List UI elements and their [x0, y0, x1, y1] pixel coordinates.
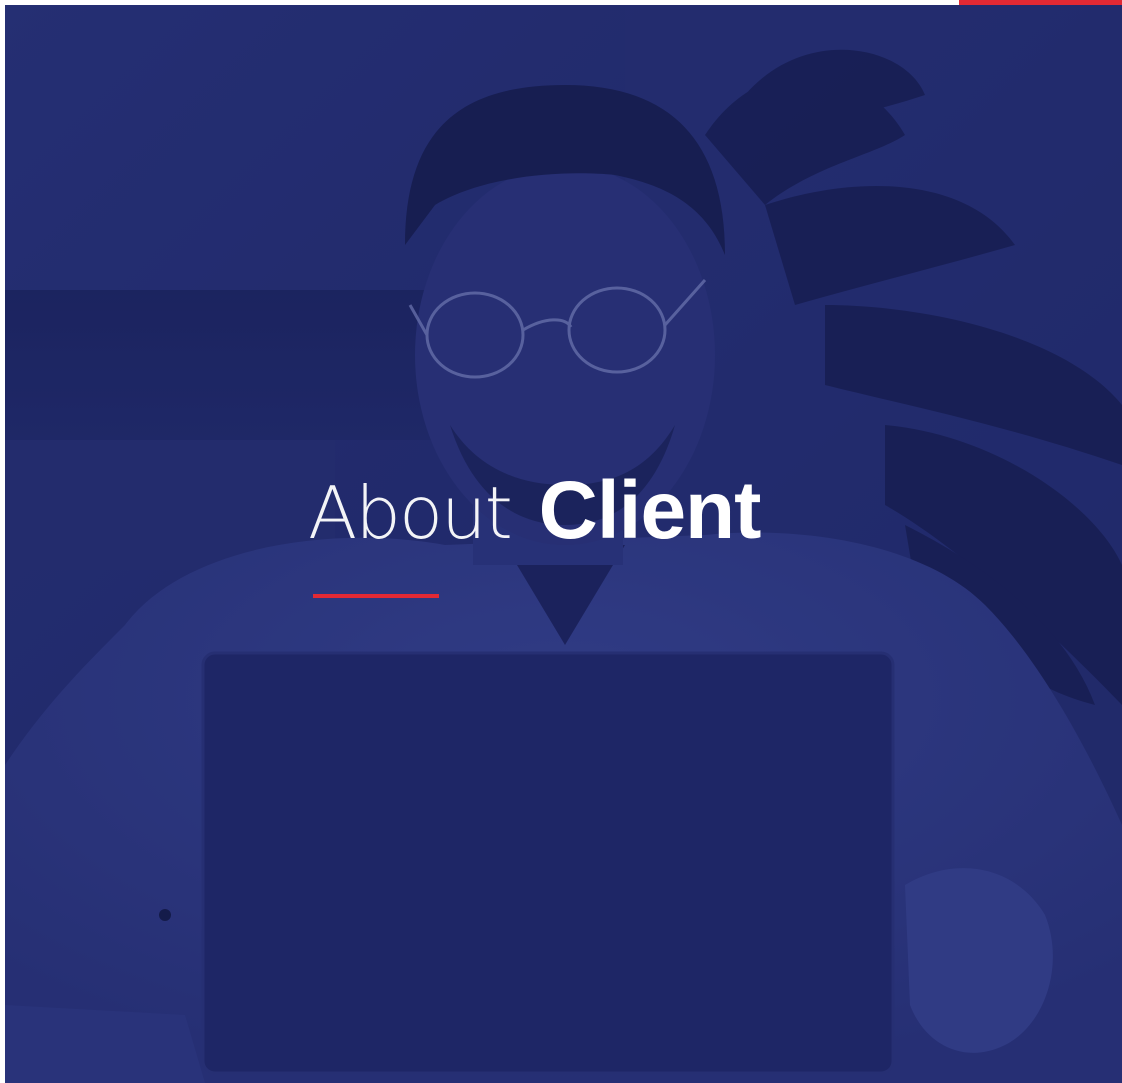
heading-bold-word: Client	[538, 465, 762, 556]
hero-heading: About Client	[308, 470, 761, 555]
heading-light-word: About	[308, 471, 513, 555]
heading-underline	[313, 594, 439, 598]
